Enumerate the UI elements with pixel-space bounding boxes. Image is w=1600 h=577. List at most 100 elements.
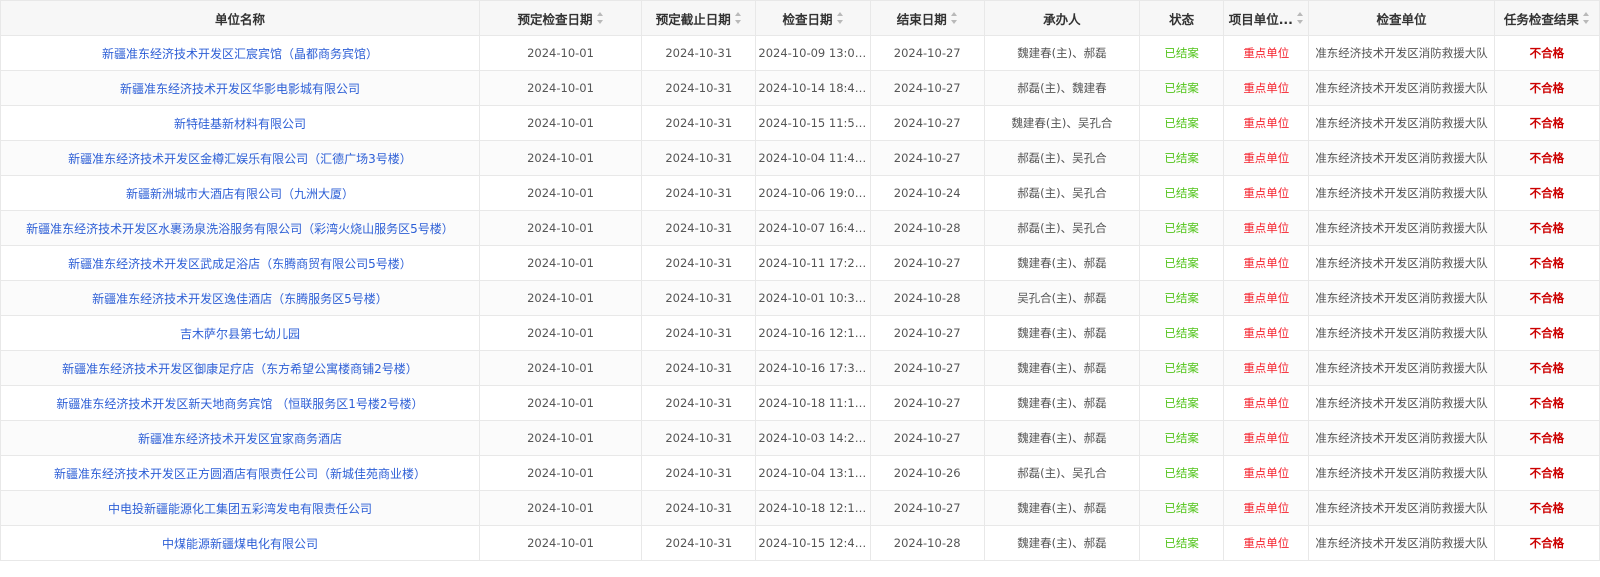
cell-check-date: 2024-10-16 12:13:44 bbox=[755, 315, 871, 351]
cell-status: 已结案 bbox=[1139, 385, 1225, 421]
table-row[interactable]: 新疆准东经济技术开发区正方圆酒店有限责任公司（新城佳苑商业楼） 2024-10-0… bbox=[0, 455, 1600, 491]
cell-scheduled-deadline: 2024-10-31 bbox=[641, 490, 757, 526]
sort-icon[interactable] bbox=[1296, 12, 1304, 24]
sort-ascending-icon[interactable] bbox=[836, 12, 843, 16]
cell-scheduled-check-date: 2024-10-01 bbox=[478, 210, 643, 246]
cell-status: 已结案 bbox=[1139, 35, 1225, 71]
cell-handler: 吴孔合(主)、郝磊 bbox=[983, 280, 1141, 316]
cell-inspection-unit: 准东经济技术开发区消防救援大队 bbox=[1308, 525, 1495, 561]
table-row[interactable]: 新疆准东经济技术开发区水裹汤泉洗浴服务有限公司（彩湾火烧山服务区5号楼） 2024… bbox=[0, 210, 1600, 246]
column-header-scheduled-check-date[interactable]: 预定检查日期 bbox=[478, 0, 643, 36]
cell-handler: 魏建春(主)、郝磊 bbox=[983, 525, 1141, 561]
inspection-task-table: 单位名称 预定检查日期 预定截止日期 检查日期 结束日期 承办人 状态 项目单位... 检查单位… bbox=[0, 0, 1600, 577]
cell-task-result: 不合格 bbox=[1493, 245, 1600, 281]
cell-inspection-unit: 准东经济技术开发区消防救援大队 bbox=[1308, 350, 1495, 386]
table-row[interactable]: 新疆准东经济技术开发区华影电影城有限公司 2024-10-01 2024-10-31… bbox=[0, 70, 1600, 106]
cell-end-date: 2024-10-27 bbox=[869, 105, 985, 141]
column-header-scheduled-deadline[interactable]: 预定截止日期 bbox=[641, 0, 757, 36]
cell-inspection-unit: 准东经济技术开发区消防救援大队 bbox=[1308, 280, 1495, 316]
cell-unit-name[interactable]: 吉木萨尔县第七幼儿园 bbox=[0, 315, 480, 351]
cell-scheduled-check-date: 2024-10-01 bbox=[478, 70, 643, 106]
cell-unit-name[interactable]: 新特硅基新材料有限公司 bbox=[0, 105, 480, 141]
cell-inspection-unit: 准东经济技术开发区消防救援大队 bbox=[1308, 315, 1495, 351]
table-row[interactable]: 新疆准东经济技术开发区新天地商务宾馆 （恒联服务区1号楼2号楼） 2024-10-… bbox=[0, 385, 1600, 421]
cell-unit-name[interactable]: 新疆准东经济技术开发区御康足疗店（东方希望公寓楼商铺2号楼） bbox=[0, 350, 480, 386]
sort-ascending-icon[interactable] bbox=[950, 12, 957, 16]
table-row[interactable]: 新疆准东经济技术开发区汇宸宾馆（晶都商务宾馆） 2024-10-01 2024-10… bbox=[0, 35, 1600, 71]
cell-unit-name[interactable]: 新疆准东经济技术开发区武成足浴店（东腾商贸有限公司5号楼） bbox=[0, 245, 480, 281]
cell-status: 已结案 bbox=[1139, 490, 1225, 526]
column-header-task-result[interactable]: 任务检查结果 bbox=[1493, 0, 1600, 36]
table-row[interactable]: 吉木萨尔县第七幼儿园 2024-10-01 2024-10-31 2024-10-16… bbox=[0, 315, 1600, 351]
cell-scheduled-deadline: 2024-10-31 bbox=[641, 175, 757, 211]
sort-icon[interactable] bbox=[734, 12, 742, 24]
sort-descending-icon[interactable] bbox=[836, 20, 843, 24]
cell-check-date: 2024-10-16 17:32:57 bbox=[755, 350, 871, 386]
column-header-unit-name: 单位名称 bbox=[0, 0, 480, 36]
cell-task-result: 不合格 bbox=[1493, 175, 1600, 211]
cell-scheduled-check-date: 2024-10-01 bbox=[478, 35, 643, 71]
sort-ascending-icon[interactable] bbox=[1296, 12, 1303, 16]
table-row[interactable]: 新疆准东经济技术开发区逸佳酒店（东腾服务区5号楼） 2024-10-01 2024-… bbox=[0, 280, 1600, 316]
cell-unit-name[interactable]: 新疆新洲城市大酒店有限公司（九洲大厦） bbox=[0, 175, 480, 211]
cell-unit-name[interactable]: 新疆准东经济技术开发区水裹汤泉洗浴服务有限公司（彩湾火烧山服务区5号楼） bbox=[0, 210, 480, 246]
cell-scheduled-check-date: 2024-10-01 bbox=[478, 525, 643, 561]
table-row[interactable]: 中煤能源新疆煤电化有限公司 2024-10-01 2024-10-31 2024-10… bbox=[0, 525, 1600, 561]
cell-project-unit: 重点单位 bbox=[1223, 35, 1310, 71]
cell-status: 已结案 bbox=[1139, 525, 1225, 561]
cell-task-result: 不合格 bbox=[1493, 70, 1600, 106]
sort-icon[interactable] bbox=[1582, 12, 1590, 24]
sort-descending-icon[interactable] bbox=[1582, 20, 1589, 24]
table-row[interactable]: 新特硅基新材料有限公司 2024-10-01 2024-10-31 2024-10-1… bbox=[0, 105, 1600, 141]
cell-scheduled-deadline: 2024-10-31 bbox=[641, 525, 757, 561]
sort-ascending-icon[interactable] bbox=[1582, 12, 1589, 16]
cell-end-date: 2024-10-27 bbox=[869, 140, 985, 176]
sort-descending-icon[interactable] bbox=[1296, 20, 1303, 24]
cell-task-result: 不合格 bbox=[1493, 140, 1600, 176]
cell-status: 已结案 bbox=[1139, 140, 1225, 176]
cell-scheduled-deadline: 2024-10-31 bbox=[641, 35, 757, 71]
cell-project-unit: 重点单位 bbox=[1223, 70, 1310, 106]
cell-handler: 魏建春(主)、郝磊 bbox=[983, 245, 1141, 281]
cell-scheduled-deadline: 2024-10-31 bbox=[641, 245, 757, 281]
column-header-inspection-unit: 检查单位 bbox=[1308, 0, 1495, 36]
cell-unit-name[interactable]: 中电投新疆能源化工集团五彩湾发电有限责任公司 bbox=[0, 490, 480, 526]
column-header-label: 检查单位 bbox=[1376, 11, 1427, 27]
cell-unit-name[interactable]: 新疆准东经济技术开发区宜家商务酒店 bbox=[0, 420, 480, 456]
sort-descending-icon[interactable] bbox=[596, 20, 603, 24]
cell-unit-name[interactable]: 中煤能源新疆煤电化有限公司 bbox=[0, 525, 480, 561]
sort-icon[interactable] bbox=[836, 12, 844, 24]
cell-unit-name[interactable]: 新疆准东经济技术开发区逸佳酒店（东腾服务区5号楼） bbox=[0, 280, 480, 316]
sort-ascending-icon[interactable] bbox=[596, 12, 603, 16]
cell-project-unit: 重点单位 bbox=[1223, 175, 1310, 211]
cell-scheduled-deadline: 2024-10-31 bbox=[641, 420, 757, 456]
column-header-end-date[interactable]: 结束日期 bbox=[869, 0, 985, 36]
cell-unit-name[interactable]: 新疆准东经济技术开发区华影电影城有限公司 bbox=[0, 70, 480, 106]
cell-check-date: 2024-10-01 10:39:43 bbox=[755, 280, 871, 316]
cell-unit-name[interactable]: 新疆准东经济技术开发区汇宸宾馆（晶都商务宾馆） bbox=[0, 35, 480, 71]
table-row[interactable]: 新疆准东经济技术开发区宜家商务酒店 2024-10-01 2024-10-31 202… bbox=[0, 420, 1600, 456]
column-header-project-unit[interactable]: 项目单位... bbox=[1223, 0, 1310, 36]
table-row[interactable]: 新疆准东经济技术开发区武成足浴店（东腾商贸有限公司5号楼） 2024-10-01 2… bbox=[0, 245, 1600, 281]
table-row[interactable]: 新疆新洲城市大酒店有限公司（九洲大厦） 2024-10-01 2024-10-31 2… bbox=[0, 175, 1600, 211]
sort-ascending-icon[interactable] bbox=[734, 12, 741, 16]
cell-end-date: 2024-10-27 bbox=[869, 245, 985, 281]
cell-end-date: 2024-10-27 bbox=[869, 385, 985, 421]
cell-inspection-unit: 准东经济技术开发区消防救援大队 bbox=[1308, 70, 1495, 106]
cell-unit-name[interactable]: 新疆准东经济技术开发区新天地商务宾馆 （恒联服务区1号楼2号楼） bbox=[0, 385, 480, 421]
column-header-check-date[interactable]: 检查日期 bbox=[755, 0, 871, 36]
cell-unit-name[interactable]: 新疆准东经济技术开发区正方圆酒店有限责任公司（新城佳苑商业楼） bbox=[0, 455, 480, 491]
table-row[interactable]: 新疆准东经济技术开发区御康足疗店（东方希望公寓楼商铺2号楼） 2024-10-01… bbox=[0, 350, 1600, 386]
sort-icon[interactable] bbox=[950, 12, 958, 24]
sort-descending-icon[interactable] bbox=[950, 20, 957, 24]
cell-task-result: 不合格 bbox=[1493, 350, 1600, 386]
table-row[interactable]: 新疆准东经济技术开发区金樽汇娱乐有限公司（汇德广场3号楼） 2024-10-01 2… bbox=[0, 140, 1600, 176]
cell-handler: 郝磊(主)、吴孔合 bbox=[983, 175, 1141, 211]
cell-check-date: 2024-10-18 12:15:47 bbox=[755, 490, 871, 526]
table-row[interactable]: 中电投新疆能源化工集团五彩湾发电有限责任公司 2024-10-01 2024-10-… bbox=[0, 490, 1600, 526]
sort-icon[interactable] bbox=[596, 12, 604, 24]
cell-unit-name[interactable]: 新疆准东经济技术开发区金樽汇娱乐有限公司（汇德广场3号楼） bbox=[0, 140, 480, 176]
sort-descending-icon[interactable] bbox=[734, 20, 741, 24]
cell-inspection-unit: 准东经济技术开发区消防救援大队 bbox=[1308, 105, 1495, 141]
cell-check-date: 2024-10-09 13:05:51 bbox=[755, 35, 871, 71]
